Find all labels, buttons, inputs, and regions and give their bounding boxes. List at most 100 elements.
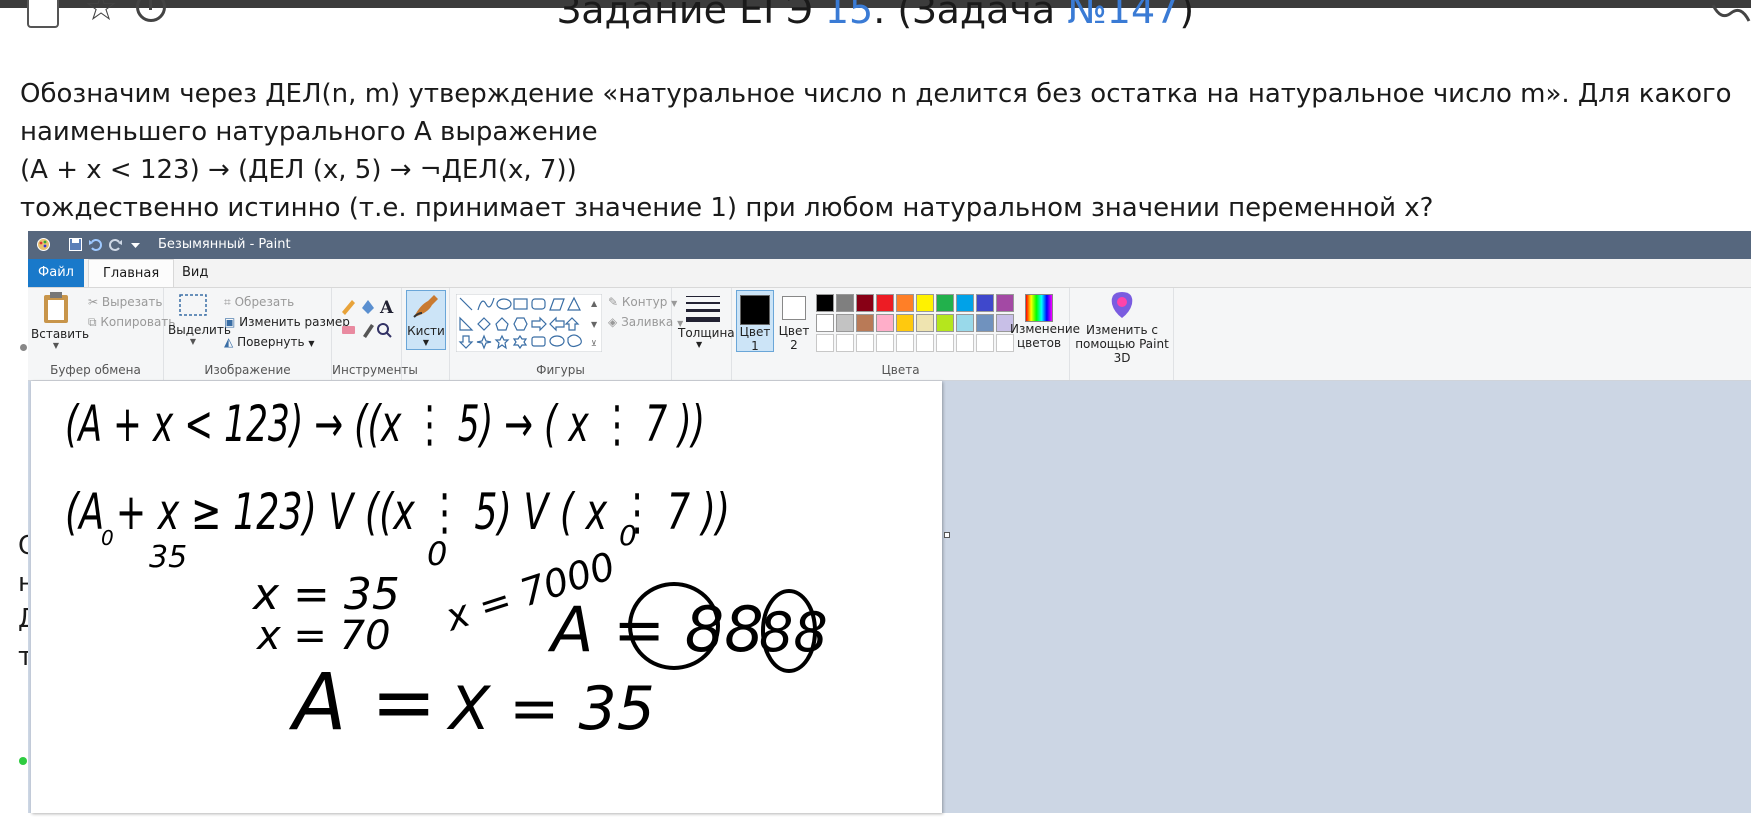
canvas-resize-handle[interactable] — [944, 532, 950, 538]
palette-color-swatch[interactable] — [956, 294, 974, 312]
palette-custom-slot[interactable] — [936, 334, 954, 352]
undo-icon[interactable] — [88, 237, 103, 252]
paste-label: Вставить — [31, 327, 90, 341]
shapes-gallery[interactable]: ▲ ▼ ⊻ — [456, 294, 602, 352]
edit-colors-button[interactable]: Изменение цветов — [1010, 290, 1081, 350]
brushes-button[interactable]: Кисти ▼ — [406, 290, 446, 350]
palette-custom-slot[interactable] — [836, 334, 854, 352]
palette-color-swatch[interactable] — [856, 294, 874, 312]
task-text: Обозначим через ДЕЛ(n, m) утверждение «н… — [20, 75, 1740, 227]
magnifier-icon — [377, 323, 389, 335]
resize-button[interactable]: ▣ Изменить размер — [224, 315, 350, 329]
color1-swatch — [740, 295, 770, 325]
handwritten-solution: (A + x < 123) → ((x ⋮ 5) → ( x ⋮ 7 )) (A… — [65, 395, 828, 748]
task-line-2: наименьшего натурального А выражение — [20, 117, 598, 147]
scissors-icon: ✂ — [88, 295, 99, 309]
crop-icon: ⌗ — [224, 295, 231, 309]
eraser-icon — [342, 326, 355, 334]
qa-dropdown-icon[interactable] — [128, 237, 143, 252]
title-mid: . (Задача — [873, 0, 1068, 32]
tab-view[interactable]: Вид — [168, 259, 222, 287]
side-icon[interactable] — [1711, 0, 1751, 31]
color-picker-icon — [363, 324, 374, 338]
palette-color-swatch[interactable] — [816, 294, 834, 312]
rotate-button[interactable]: ◭ Повернуть ▼ — [224, 335, 315, 349]
outline-button[interactable]: ✎ Контур ▼ — [608, 295, 677, 309]
palette-color-swatch[interactable] — [876, 294, 894, 312]
palette-color-swatch[interactable] — [916, 314, 934, 332]
copy-icon: ⧉ — [88, 315, 97, 329]
paint3d-icon — [1111, 292, 1133, 318]
redo-icon[interactable] — [108, 237, 123, 252]
copy-button[interactable]: ⧉ Копировать — [88, 315, 175, 330]
brush-icon — [413, 295, 438, 318]
rotate-label: Повернуть — [237, 335, 305, 349]
palette-color-swatch[interactable] — [936, 294, 954, 312]
handwritten-x-equals-35: X = 35 — [446, 674, 655, 744]
task-line-1: Обозначим через ДЕЛ(n, m) утверждение «н… — [20, 79, 1732, 109]
palette-custom-slot[interactable] — [816, 334, 834, 352]
palette-color-swatch[interactable] — [856, 314, 874, 332]
crop-button[interactable]: ⌗ Обрезать — [224, 295, 294, 310]
color1-label: Цвет — [739, 325, 771, 339]
paint3d-button[interactable]: Изменить с помощью Paint 3D — [1072, 290, 1172, 365]
handwritten-zero: 0 — [427, 535, 447, 573]
task-line-3: (А + x < 123) → (ДЕЛ (x, 5) → ¬ДЕЛ(x, 7)… — [20, 155, 577, 185]
palette-custom-slot[interactable] — [916, 334, 934, 352]
ribbon-tabs: Файл Главная Вид — [28, 259, 1751, 288]
size-label: Толщина — [678, 326, 735, 340]
group-image: Выделить ▼ ⌗ Обрезать ▣ Изменить размер … — [164, 288, 350, 380]
paint3d-label-2: помощью Paint 3D — [1075, 337, 1169, 365]
drawing-canvas[interactable]: (A + x < 123) → ((x ⋮ 5) → ( x ⋮ 7 )) (A… — [31, 381, 942, 813]
color2-label: Цвет — [778, 324, 810, 338]
palette-color-swatch[interactable] — [896, 314, 914, 332]
title-link-task-number[interactable]: №147 — [1067, 0, 1179, 32]
save-icon[interactable] — [68, 237, 83, 252]
cut-label: Вырезать — [101, 295, 163, 309]
palette-custom-slot[interactable] — [856, 334, 874, 352]
handwritten-zero: 0 — [101, 526, 114, 550]
color1-button[interactable]: Цвет 1 — [736, 290, 774, 353]
palette-color-swatch[interactable] — [956, 314, 974, 332]
paint-app-icon[interactable] — [36, 237, 51, 252]
outline-icon: ✎ — [608, 295, 619, 309]
title-link-task-type[interactable]: 15 — [825, 0, 873, 32]
ribbon: Вставить ▼ ✂ Вырезать ⧉ Копировать Буфер… — [28, 288, 1751, 381]
select-button[interactable]: Выделить ▼ — [168, 292, 231, 346]
palette-color-swatch[interactable] — [896, 294, 914, 312]
status-dot — [19, 757, 27, 765]
chevron-down-icon: ▼ — [189, 337, 197, 346]
color2-button[interactable]: Цвет 2 — [776, 290, 812, 352]
resize-icon: ▣ — [224, 315, 236, 329]
palette-color-swatch[interactable] — [876, 314, 894, 332]
group-label-clipboard: Буфер обмена — [50, 363, 141, 377]
color2-number: 2 — [790, 338, 798, 352]
group-brushes: Кисти ▼ — [402, 288, 450, 380]
palette-color-swatch[interactable] — [976, 314, 994, 332]
group-paint3d: Изменить с помощью Paint 3D — [1070, 288, 1174, 380]
palette-custom-slot[interactable] — [956, 334, 974, 352]
tab-home[interactable]: Главная — [88, 259, 175, 287]
palette-custom-slot[interactable] — [896, 334, 914, 352]
color-palette[interactable] — [816, 294, 1016, 356]
cut-button[interactable]: ✂ Вырезать — [88, 295, 162, 309]
paste-icon — [44, 292, 68, 323]
page-title: Задание ЕГЭ 15. (Задача №147) — [0, 0, 1751, 32]
group-size[interactable]: Толщина ▼ — [672, 288, 735, 380]
palette-color-swatch[interactable] — [916, 294, 934, 312]
palette-color-swatch[interactable] — [936, 314, 954, 332]
selection-icon — [179, 294, 207, 316]
edit-colors-label: Изменение — [1010, 322, 1081, 336]
color2-swatch — [782, 296, 806, 320]
palette-color-swatch[interactable] — [976, 294, 994, 312]
palette-color-swatch[interactable] — [836, 314, 854, 332]
palette-color-swatch[interactable] — [816, 314, 834, 332]
handwritten-a88: A = 88 — [547, 593, 764, 666]
paint3d-label: Изменить с — [1086, 323, 1158, 337]
palette-color-swatch[interactable] — [836, 294, 854, 312]
tab-file[interactable]: Файл — [28, 259, 84, 287]
palette-custom-slot[interactable] — [876, 334, 894, 352]
palette-custom-slot[interactable] — [976, 334, 994, 352]
paste-button[interactable]: Вставить ▼ — [31, 290, 90, 350]
rotate-icon: ◭ — [224, 335, 234, 349]
